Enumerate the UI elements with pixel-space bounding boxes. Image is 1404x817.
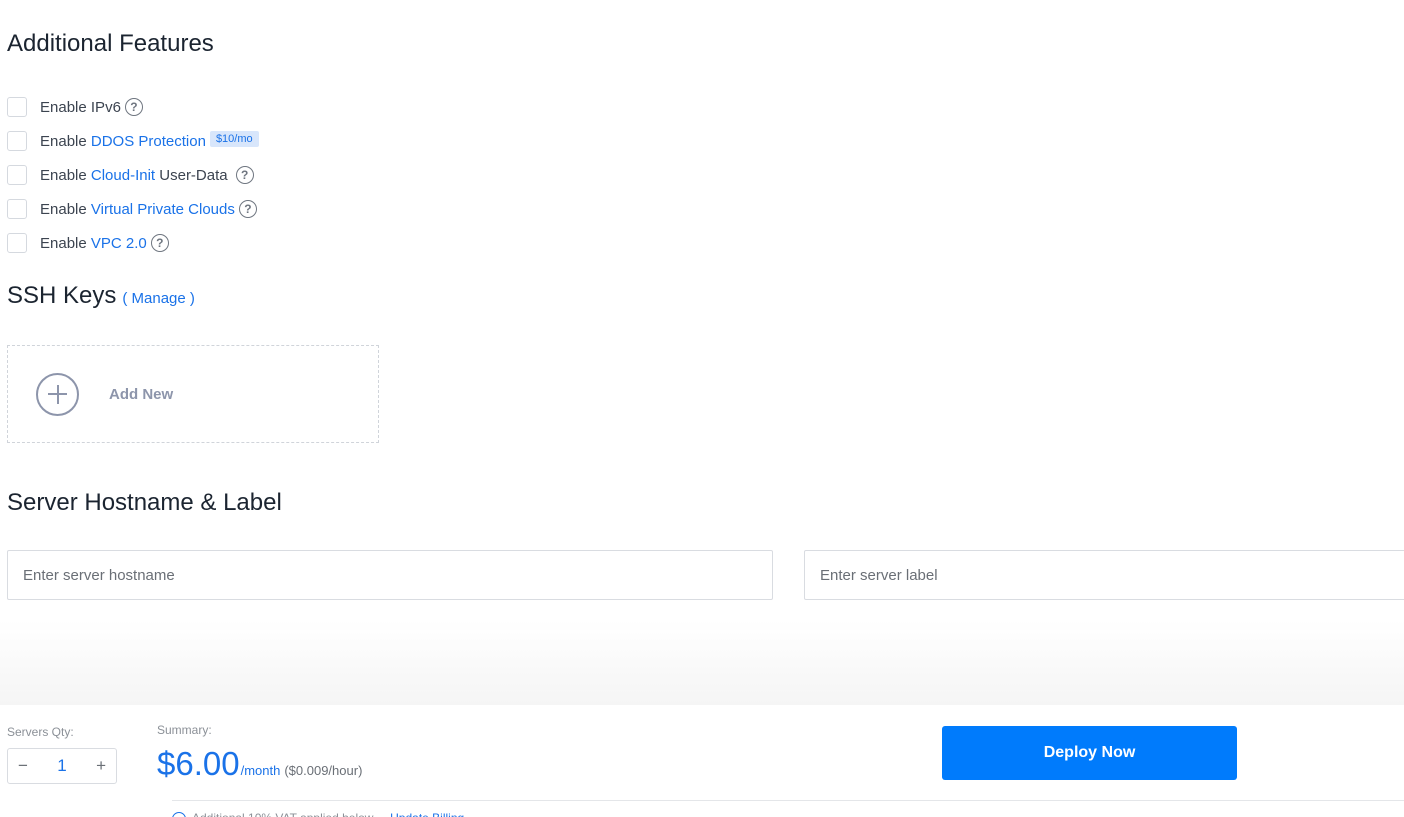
feature-label: User-Data — [159, 166, 228, 184]
decrement-button[interactable]: − — [18, 756, 28, 776]
price-summary: $6.00 /month ($0.009/hour) — [157, 745, 362, 783]
feature-prefix: Enable — [40, 166, 87, 184]
help-icon[interactable]: ? — [235, 166, 254, 184]
add-ssh-key-card[interactable]: Add New — [7, 345, 379, 443]
feature-vpc[interactable]: Enable Virtual Private Clouds ? — [7, 192, 259, 226]
features-list: Enable IPv6 ? Enable DDOS Protection $10… — [7, 90, 259, 260]
feature-vpc2[interactable]: Enable VPC 2.0 ? — [7, 226, 259, 260]
deploy-now-button[interactable]: Deploy Now — [942, 726, 1237, 780]
ddos-checkbox[interactable] — [7, 131, 27, 151]
vat-text: Additional 10% VAT applied below ... — [192, 811, 387, 817]
feature-prefix: Enable — [40, 200, 87, 218]
deploy-footer: Servers Qty: − 1 + Summary: $6.00 /month… — [0, 705, 1404, 817]
vpc2-link[interactable]: VPC 2.0 — [91, 235, 147, 252]
price-period: /month — [240, 763, 281, 778]
ssh-keys-heading: SSH Keys ( Manage ) — [7, 282, 195, 310]
vpc-checkbox[interactable] — [7, 199, 27, 219]
qty-value[interactable]: 1 — [57, 756, 66, 776]
vpc-link[interactable]: Virtual Private Clouds — [91, 201, 235, 218]
hostname-input[interactable] — [7, 550, 773, 600]
footer-fade — [0, 620, 1404, 705]
help-icon[interactable]: ? — [150, 234, 169, 252]
price-badge: $10/mo — [209, 131, 259, 147]
quantity-stepper[interactable]: − 1 + — [7, 748, 117, 784]
feature-cloud-init[interactable]: Enable Cloud-Init User-Data ? — [7, 158, 259, 192]
price-amount: $6.00 — [157, 745, 240, 782]
increment-button[interactable]: + — [96, 756, 106, 776]
cloud-init-checkbox[interactable] — [7, 165, 27, 185]
summary-label: Summary: — [157, 723, 212, 737]
ddos-link[interactable]: DDOS Protection — [91, 133, 206, 150]
label-input[interactable] — [804, 550, 1404, 600]
additional-features-title: Additional Features — [7, 30, 214, 57]
manage-ssh-link[interactable]: ( Manage ) — [122, 290, 195, 307]
feature-label: IPv6 — [90, 98, 121, 116]
footer-divider — [172, 800, 1404, 801]
feature-prefix: Enable — [40, 132, 87, 150]
ssh-keys-title: SSH Keys — [7, 282, 117, 309]
feature-prefix: Enable — [40, 234, 87, 252]
vat-notice: Additional 10% VAT applied below ... Upd… — [172, 811, 464, 817]
add-new-label: Add New — [109, 385, 174, 403]
cloud-init-link[interactable]: Cloud-Init — [91, 167, 155, 184]
feature-prefix: Enable — [40, 98, 87, 116]
hostname-title: Server Hostname & Label — [7, 489, 282, 516]
plus-circle-icon — [36, 372, 79, 416]
vpc2-checkbox[interactable] — [7, 233, 27, 253]
price-hourly: ($0.009/hour) — [284, 763, 363, 778]
feature-ipv6[interactable]: Enable IPv6 ? — [7, 90, 259, 124]
help-icon[interactable]: ? — [238, 200, 257, 218]
help-icon[interactable]: ? — [124, 98, 143, 116]
update-billing-link[interactable]: Update Billing — [390, 811, 464, 817]
ipv6-checkbox[interactable] — [7, 97, 27, 117]
qty-label: Servers Qty: — [7, 725, 74, 739]
feature-ddos[interactable]: Enable DDOS Protection $10/mo — [7, 124, 259, 158]
info-icon — [172, 811, 186, 817]
